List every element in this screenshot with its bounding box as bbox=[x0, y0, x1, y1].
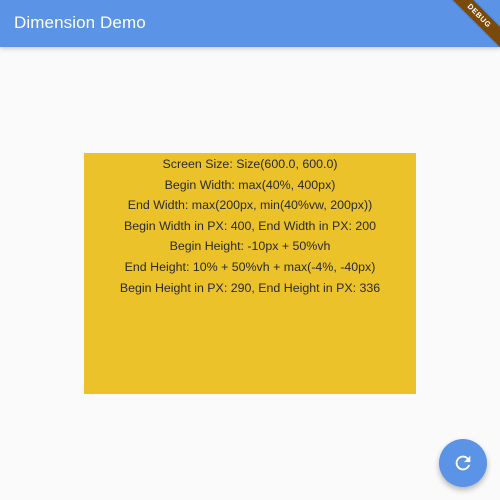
info-line-end-height: End Height: 10% + 50%vh + max(-4%, -40px… bbox=[124, 259, 376, 274]
refresh-icon bbox=[452, 452, 474, 474]
dimension-info: Screen Size: Size(600.0, 600.0) Begin Wi… bbox=[84, 153, 416, 298]
info-line-begin-width: Begin Width: max(40%, 400px) bbox=[164, 177, 336, 192]
app-window: Dimension Demo DEBUG Screen Size: Size(6… bbox=[0, 0, 500, 500]
app-bar: Dimension Demo bbox=[0, 0, 500, 47]
dimension-box: Screen Size: Size(600.0, 600.0) Begin Wi… bbox=[84, 153, 416, 394]
info-line-end-width: End Width: max(200px, min(40%vw, 200px)) bbox=[127, 198, 373, 213]
info-line-width-px: Begin Width in PX: 400, End Width in PX:… bbox=[123, 218, 377, 233]
refresh-fab-button[interactable] bbox=[439, 439, 487, 487]
info-line-begin-height: Begin Height: -10px + 50%vh bbox=[169, 239, 331, 254]
app-title: Dimension Demo bbox=[14, 13, 146, 32]
info-line-height-px: Begin Height in PX: 290, End Height in P… bbox=[119, 280, 381, 295]
info-line-screen-size: Screen Size: Size(600.0, 600.0) bbox=[162, 157, 338, 171]
